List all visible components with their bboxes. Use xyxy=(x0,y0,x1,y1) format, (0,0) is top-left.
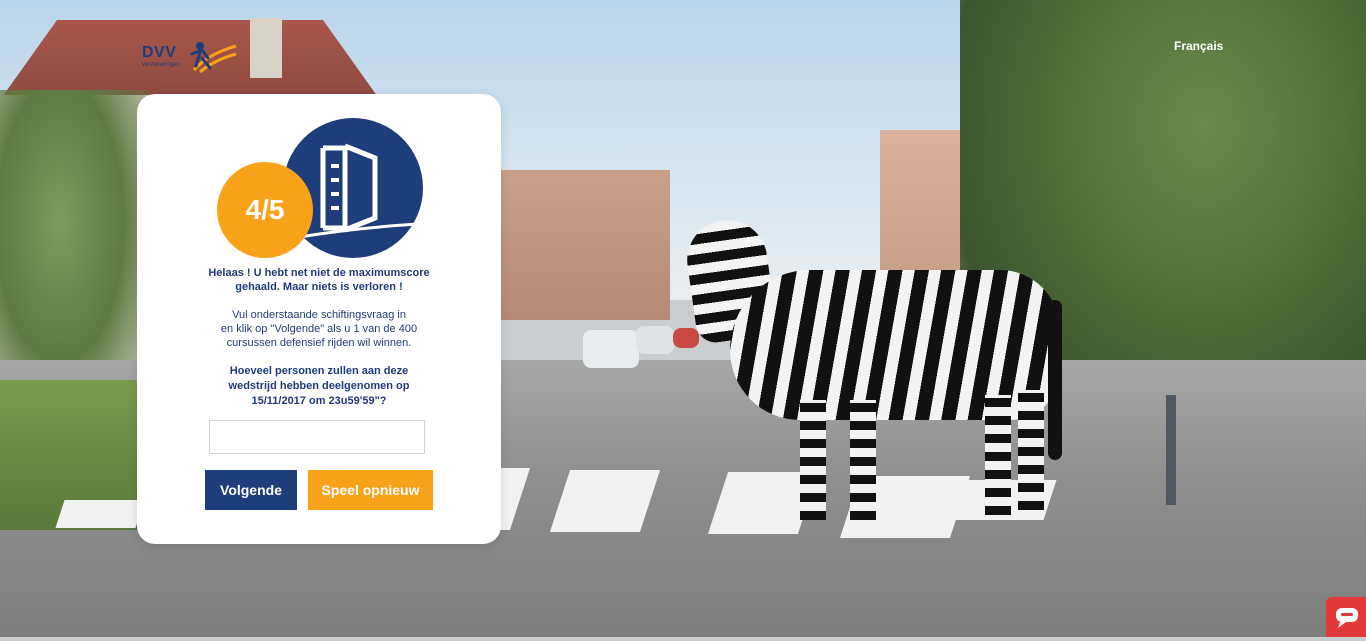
tiebreaker-info: Vul onderstaande schiftingsvraag in en k… xyxy=(137,308,501,350)
info-line: en klik op "Volgende" als u 1 van de 400 xyxy=(220,323,418,335)
zebra-leg xyxy=(850,400,876,520)
dvv-logo[interactable]: DVV verzekeringen xyxy=(140,40,240,74)
zebra-leg xyxy=(800,400,826,520)
zebra-tail xyxy=(1048,300,1062,460)
houses-mid xyxy=(500,170,670,320)
question-line: wedstrijd hebben deelgenomen op xyxy=(228,380,410,392)
street-pole xyxy=(1166,395,1176,505)
result-title-line: gehaald. Maar niets is verloren ! xyxy=(235,281,403,293)
chat-widget-button[interactable] xyxy=(1326,597,1366,637)
chimney xyxy=(250,18,282,78)
parked-car xyxy=(583,330,639,368)
parked-car xyxy=(673,328,699,348)
parked-car xyxy=(636,326,674,354)
play-again-button[interactable]: Speel opnieuw xyxy=(308,470,433,510)
zebra-leg xyxy=(1018,390,1044,510)
tiebreaker-answer-input[interactable] xyxy=(209,420,425,454)
info-line: cursussen defensief rijden wil winnen. xyxy=(226,337,412,349)
language-switch-link[interactable]: Français xyxy=(1174,39,1223,53)
zebra-leg xyxy=(985,395,1011,515)
next-button[interactable]: Volgende xyxy=(205,470,297,510)
crosswalk-stripe xyxy=(55,500,145,528)
logo-tagline: verzekeringen xyxy=(142,62,180,68)
result-title: Helaas ! U hebt net niet de maximumscore… xyxy=(137,266,501,294)
chat-bubble-icon xyxy=(1336,608,1358,628)
logo-runner-icon xyxy=(190,42,237,74)
quiz-result-card: 4/5 Helaas ! U hebt net niet de maximums… xyxy=(137,94,501,544)
score-badge: 4/5 xyxy=(217,162,313,258)
question-line: 15/11/2017 om 23u59'59"? xyxy=(251,395,387,407)
info-line: Vul onderstaande schiftingsvraag in xyxy=(232,309,406,321)
result-title-line: Helaas ! U hebt net niet de maximumscore xyxy=(208,267,430,279)
logo-brand: DVV xyxy=(142,44,177,61)
tiebreaker-question: Hoeveel personen zullen aan deze wedstri… xyxy=(137,364,501,409)
question-line: Hoeveel personen zullen aan deze xyxy=(229,365,409,377)
